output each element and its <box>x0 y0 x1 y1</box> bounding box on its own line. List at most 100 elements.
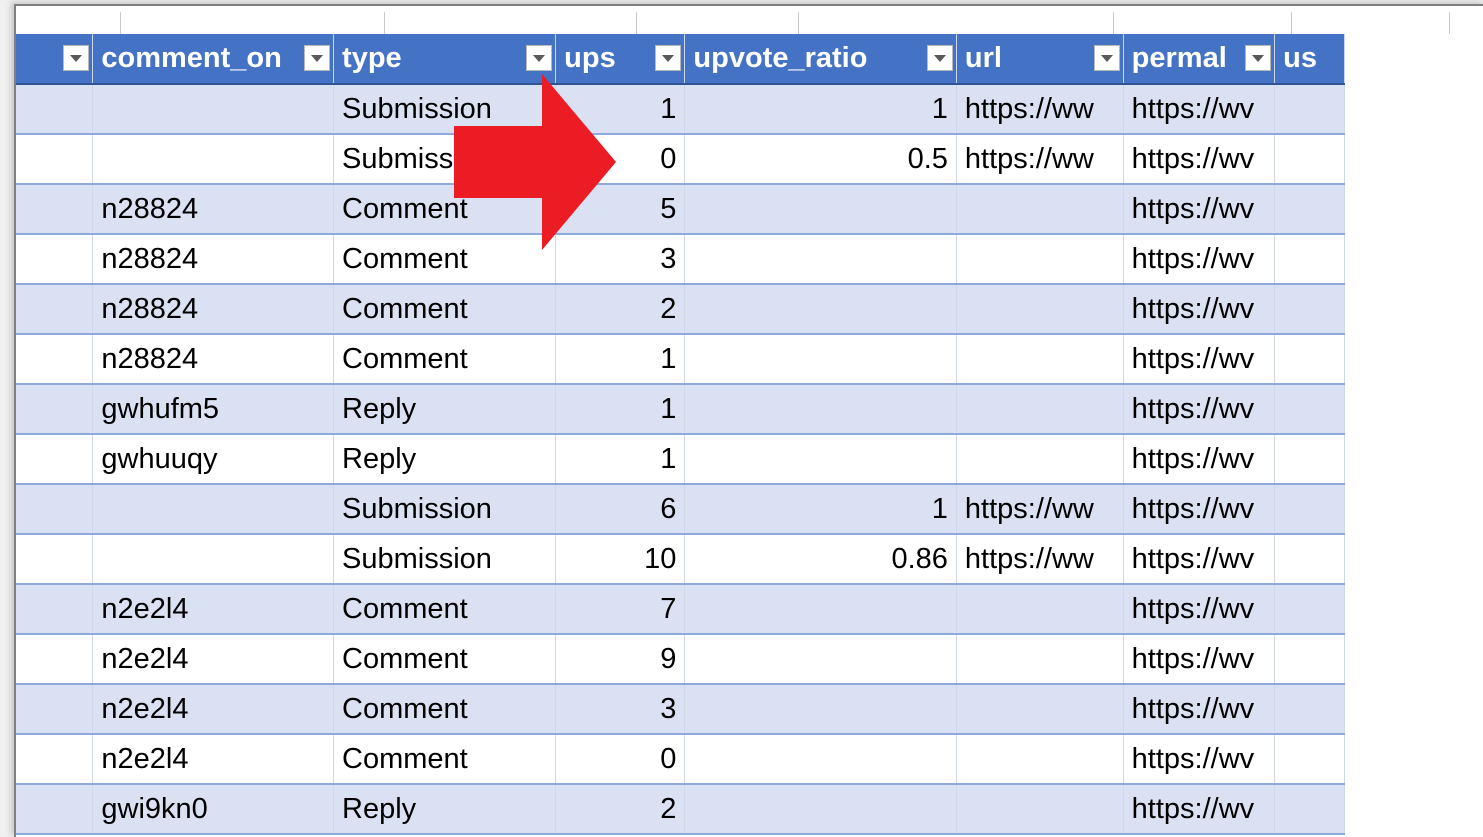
cell-user[interactable] <box>1274 584 1345 635</box>
cell-permalink[interactable]: https://wv <box>1123 784 1276 835</box>
cell-comment-on[interactable]: n2e2l4 <box>92 634 335 685</box>
column-header[interactable]: upvote_ratio <box>684 34 957 85</box>
cell-comment-on[interactable]: n28824 <box>92 334 335 385</box>
cell-user[interactable] <box>1274 734 1345 785</box>
cell-body[interactable]: August. <box>16 234 94 285</box>
cell-url[interactable] <box>956 384 1124 435</box>
cell-permalink[interactable]: https://wv <box>1123 384 1276 435</box>
cell-body[interactable]: into ar <box>16 384 94 435</box>
cell-body[interactable]: fter 2 n <box>16 184 94 235</box>
cell-body[interactable]: ity that <box>16 434 94 485</box>
cell-user[interactable] <box>1274 284 1345 335</box>
cell-body[interactable]: ger, <box>16 284 94 335</box>
cell-comment-on[interactable]: gwhuuqy <box>92 434 335 485</box>
chevron-down-icon[interactable] <box>926 45 953 71</box>
cell-url[interactable]: https://ww <box>956 484 1124 535</box>
cell-comment-on[interactable]: n2e2l4 <box>92 684 335 735</box>
cell-user[interactable] <box>1274 384 1345 435</box>
cell-url[interactable] <box>956 734 1124 785</box>
cell-ups[interactable]: 1 <box>555 384 686 435</box>
cell-user[interactable] <box>1274 334 1345 385</box>
cell-ups[interactable]: 6 <box>555 484 686 535</box>
cell-type[interactable]: Comment <box>333 684 557 735</box>
cell-permalink[interactable]: https://wv <box>1123 434 1276 485</box>
column-header[interactable] <box>16 34 94 85</box>
cell-comment-on[interactable] <box>92 484 335 535</box>
cell-upvote-ratio[interactable]: 0.5 <box>684 134 957 185</box>
cell-type[interactable]: Reply <box>333 784 557 835</box>
cell-permalink[interactable]: https://wv <box>1123 734 1276 785</box>
cell-upvote-ratio[interactable] <box>684 334 957 385</box>
cell-body[interactable]: e <box>16 334 94 385</box>
cell-user[interactable] <box>1274 184 1345 235</box>
cell-ups[interactable]: 2 <box>555 784 686 835</box>
cell-permalink[interactable]: https://wv <box>1123 584 1276 635</box>
cell-url[interactable]: https://ww <box>956 84 1124 135</box>
cell-ups[interactable]: 10 <box>555 534 686 585</box>
chevron-down-icon[interactable] <box>526 45 553 71</box>
cell-type[interactable]: Comment <box>333 334 557 385</box>
column-header[interactable]: permal <box>1123 34 1276 85</box>
chevron-down-icon[interactable] <box>1093 45 1120 71</box>
cell-body[interactable] <box>16 84 94 135</box>
cell-upvote-ratio[interactable] <box>684 384 957 435</box>
column-header[interactable]: us <box>1274 34 1345 85</box>
cell-user[interactable] <box>1274 234 1345 285</box>
cell-url[interactable] <box>956 784 1124 835</box>
cell-url[interactable] <box>956 434 1124 485</box>
cell-url[interactable]: https://ww <box>956 534 1124 585</box>
cell-user[interactable] <box>1274 784 1345 835</box>
cell-upvote-ratio[interactable] <box>684 284 957 335</box>
cell-upvote-ratio[interactable]: 1 <box>684 84 957 135</box>
cell-user[interactable] <box>1274 434 1345 485</box>
cell-body[interactable] <box>16 134 94 185</box>
cell-type[interactable]: Reply <box>333 384 557 435</box>
cell-url[interactable] <box>956 634 1124 685</box>
cell-upvote-ratio[interactable]: 0.86 <box>684 534 957 585</box>
chevron-down-icon[interactable] <box>655 45 682 71</box>
cell-url[interactable] <box>956 234 1124 285</box>
cell-ups[interactable]: 9 <box>555 634 686 685</box>
cell-permalink[interactable]: https://wv <box>1123 134 1276 185</box>
cell-ups[interactable]: 0 <box>555 734 686 785</box>
column-header[interactable]: comment_on <box>92 34 335 85</box>
cell-comment-on[interactable]: n2e2l4 <box>92 734 335 785</box>
cell-permalink[interactable]: https://wv <box>1123 234 1276 285</box>
cell-permalink[interactable]: https://wv <box>1123 534 1276 585</box>
cell-comment-on[interactable] <box>92 134 335 185</box>
cell-permalink[interactable]: https://wv <box>1123 634 1276 685</box>
cell-ups[interactable]: 2 <box>555 284 686 335</box>
cell-type[interactable]: Comment <box>333 634 557 685</box>
cell-permalink[interactable]: https://wv <box>1123 284 1276 335</box>
cell-comment-on[interactable]: gwhufm5 <box>92 384 335 435</box>
cell-body[interactable] <box>16 534 94 585</box>
cell-user[interactable] <box>1274 134 1345 185</box>
cell-permalink[interactable]: https://wv <box>1123 484 1276 535</box>
cell-upvote-ratio[interactable] <box>684 634 957 685</box>
cell-permalink[interactable]: https://wv <box>1123 84 1276 135</box>
cell-body[interactable] <box>16 684 94 735</box>
cell-upvote-ratio[interactable] <box>684 734 957 785</box>
cell-upvote-ratio[interactable] <box>684 234 957 285</box>
cell-upvote-ratio[interactable] <box>684 584 957 635</box>
cell-url[interactable] <box>956 284 1124 335</box>
cell-comment-on[interactable]: n2e2l4 <box>92 584 335 635</box>
cell-body[interactable]: HEN <box>16 784 94 835</box>
cell-url[interactable]: https://ww <box>956 134 1124 185</box>
cell-url[interactable] <box>956 584 1124 635</box>
cell-body[interactable]: ost no <box>16 484 94 535</box>
cell-type[interactable]: Submission <box>333 534 557 585</box>
cell-user[interactable] <box>1274 684 1345 735</box>
cell-user[interactable] <box>1274 84 1345 135</box>
chevron-down-icon[interactable] <box>63 45 90 71</box>
cell-url[interactable] <box>956 184 1124 235</box>
cell-type[interactable]: Reply <box>333 434 557 485</box>
chevron-down-icon[interactable] <box>304 45 331 71</box>
cell-comment-on[interactable]: n28824 <box>92 184 335 235</box>
cell-user[interactable] <box>1274 534 1345 585</box>
cell-type[interactable]: Comment <box>333 284 557 335</box>
cell-ups[interactable]: 1 <box>555 334 686 385</box>
cell-body[interactable]: ed esta <box>16 634 94 685</box>
cell-upvote-ratio[interactable] <box>684 684 957 735</box>
cell-upvote-ratio[interactable]: 1 <box>684 484 957 535</box>
